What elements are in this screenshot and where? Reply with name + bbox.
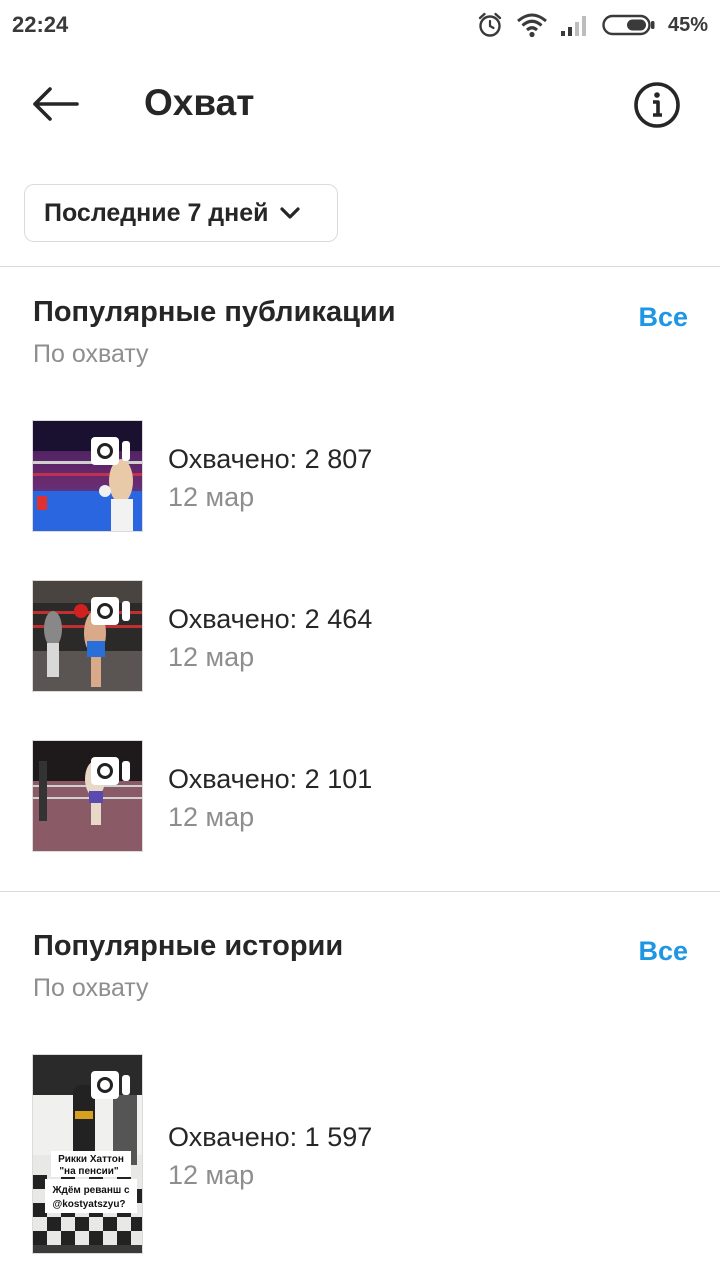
story-thumbnail: Рикки Хаттон "на пенсии" Ждём реванш с @… bbox=[32, 1054, 143, 1254]
alarm-icon bbox=[478, 12, 502, 37]
list-item[interactable]: Охвачено: 2 464 12 мар bbox=[0, 580, 720, 692]
reach-count: Охвачено: 2 464 bbox=[168, 604, 373, 634]
see-all-posts-link[interactable]: Все bbox=[638, 302, 688, 333]
post-date: 12 мар bbox=[168, 482, 255, 512]
section-title: Популярные публикации bbox=[33, 296, 396, 328]
app-header: Охват bbox=[0, 62, 720, 146]
post-date: 12 мар bbox=[168, 802, 255, 832]
section-subtitle: По охвату bbox=[33, 340, 149, 368]
reel-icon bbox=[91, 437, 130, 465]
back-button[interactable] bbox=[26, 80, 84, 128]
reach-count: Охвачено: 2 807 bbox=[168, 444, 373, 474]
story-caption: "на пенсии" bbox=[59, 1166, 119, 1177]
story-caption: Ждём реванш с bbox=[51, 1185, 130, 1196]
story-caption: Рикки Хаттон bbox=[58, 1154, 124, 1165]
list-item[interactable]: Рикки Хаттон "на пенсии" Ждём реванш с @… bbox=[0, 1054, 720, 1254]
status-bar: 22:24 45% bbox=[0, 0, 720, 50]
wifi-icon bbox=[516, 13, 547, 38]
reach-count: Охвачено: 2 101 bbox=[168, 764, 373, 794]
list-item[interactable]: Охвачено: 2 101 12 мар bbox=[0, 740, 720, 852]
info-icon bbox=[634, 82, 680, 128]
story-date: 12 мар bbox=[168, 1160, 255, 1190]
post-date: 12 мар bbox=[168, 642, 255, 672]
battery-percent: 45% bbox=[667, 13, 708, 36]
story-caption: @kostyatszyu? bbox=[52, 1199, 125, 1210]
page-title: Охват bbox=[144, 82, 255, 123]
divider bbox=[0, 891, 720, 892]
status-time: 22:24 bbox=[12, 12, 69, 37]
reel-icon bbox=[91, 1071, 130, 1099]
section-title: Популярные истории bbox=[33, 930, 344, 962]
list-item[interactable]: Охвачено: 2 807 12 мар bbox=[0, 420, 720, 532]
status-icons: 45% bbox=[476, 10, 708, 40]
period-dropdown[interactable]: Последние 7 дней bbox=[24, 184, 338, 242]
divider bbox=[0, 266, 720, 267]
battery-icon bbox=[602, 14, 655, 36]
section-subtitle: По охвату bbox=[33, 974, 149, 1002]
chevron-down-icon bbox=[279, 205, 301, 221]
post-thumbnail bbox=[32, 420, 143, 532]
back-arrow-icon bbox=[33, 87, 79, 121]
info-button[interactable] bbox=[632, 80, 682, 130]
post-thumbnail bbox=[32, 740, 143, 852]
reel-icon bbox=[91, 597, 130, 625]
post-thumbnail bbox=[32, 580, 143, 692]
reel-icon bbox=[91, 757, 130, 785]
see-all-stories-link[interactable]: Все bbox=[638, 936, 688, 967]
reach-count: Охвачено: 1 597 bbox=[168, 1122, 373, 1152]
signal-icon bbox=[560, 16, 586, 36]
period-label: Последние 7 дней bbox=[44, 198, 269, 227]
